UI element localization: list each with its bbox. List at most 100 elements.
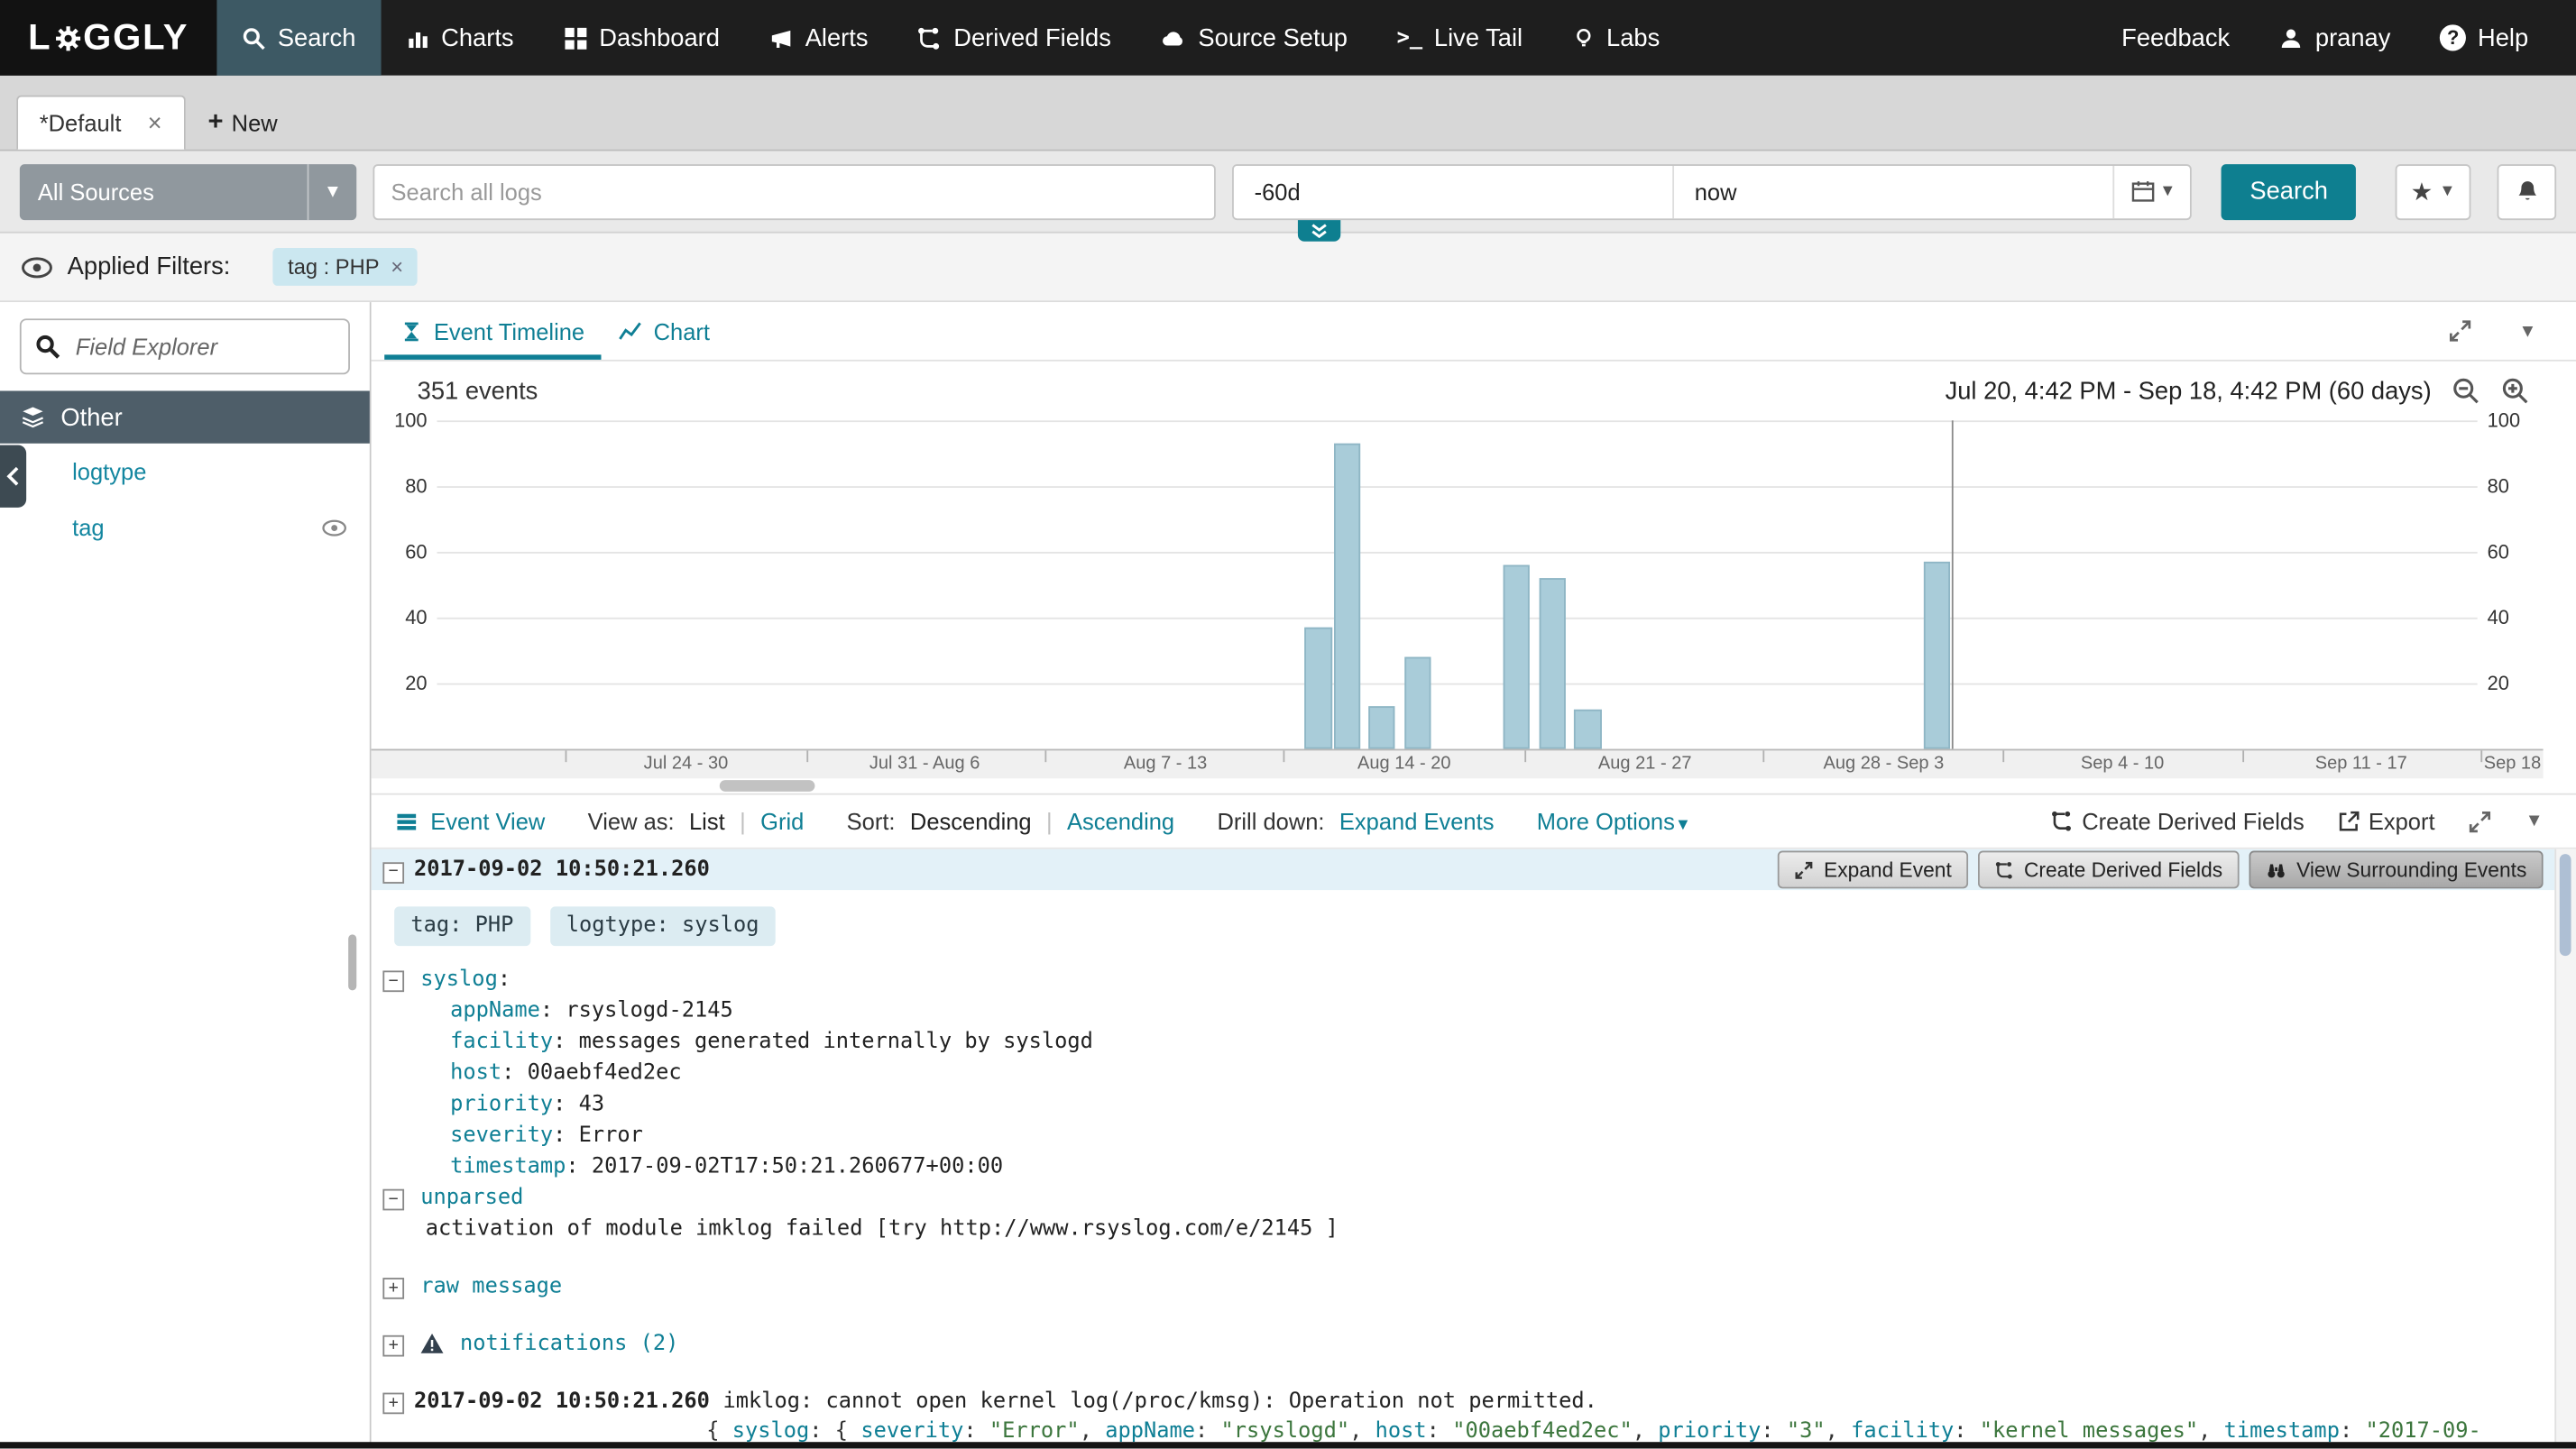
tab-chart[interactable]: Chart bbox=[601, 302, 726, 360]
field-explorer-search[interactable] bbox=[20, 318, 350, 374]
timeline-bar[interactable] bbox=[1575, 710, 1601, 749]
zoom-out-icon[interactable] bbox=[2452, 376, 2481, 406]
timeline-bar[interactable] bbox=[1405, 657, 1431, 749]
expand-search-options-toggle[interactable] bbox=[1298, 220, 1340, 242]
event-logtype-chip[interactable]: logtype: syslog bbox=[549, 906, 775, 946]
chevron-down-icon[interactable]: ▼ bbox=[2518, 321, 2536, 341]
help-menu[interactable]: ? Help bbox=[2415, 0, 2553, 76]
collapse-toggle[interactable]: − bbox=[382, 1189, 404, 1211]
sort-descending[interactable]: Descending bbox=[910, 808, 1032, 834]
nav-item-charts[interactable]: Charts bbox=[381, 0, 538, 76]
expand-toggle[interactable]: + bbox=[382, 1393, 404, 1415]
time-from-input[interactable] bbox=[1235, 165, 1673, 217]
gridline bbox=[437, 420, 2478, 422]
sidebar-field-tag[interactable]: tag bbox=[0, 500, 370, 555]
field-key: severity bbox=[450, 1123, 553, 1148]
y-axis-label: 40 bbox=[378, 606, 428, 629]
bell-icon bbox=[2515, 179, 2539, 204]
axis-tick bbox=[2243, 750, 2245, 762]
all-sources-dropdown[interactable]: All Sources ▼ bbox=[20, 163, 356, 219]
event-message: imklog: cannot open kernel log(/proc/kms… bbox=[722, 1388, 1596, 1417]
loggly-logo[interactable]: L GGLY bbox=[0, 0, 216, 76]
axis-tick bbox=[1045, 750, 1047, 762]
expand-panel-icon[interactable] bbox=[2448, 318, 2472, 343]
y-axis-label: 100 bbox=[2488, 409, 2537, 433]
y-axis-label: 60 bbox=[378, 540, 428, 564]
timeline-bar[interactable] bbox=[1334, 444, 1360, 749]
sidebar-collapse-chevron[interactable] bbox=[0, 445, 26, 508]
json-token: "rsyslogd" bbox=[1221, 1419, 1350, 1444]
event-tag-chip[interactable]: tag: PHP bbox=[394, 906, 529, 946]
export-action[interactable]: Export bbox=[2337, 808, 2434, 834]
json-token: host bbox=[1375, 1419, 1427, 1444]
expand-event-button[interactable]: Expand Event bbox=[1778, 851, 1968, 889]
time-to-input[interactable] bbox=[1673, 165, 2113, 217]
event-view-title[interactable]: Event View bbox=[394, 808, 545, 834]
nav-item-live-tail[interactable]: >_ Live Tail bbox=[1372, 0, 1547, 76]
field-value: 43 bbox=[579, 1092, 605, 1116]
timeline-hscrollbar bbox=[372, 778, 2544, 793]
event-list-scrollbar[interactable] bbox=[2554, 849, 2576, 1447]
remove-filter-icon[interactable]: × bbox=[391, 254, 403, 279]
filter-chip-tag-php[interactable]: tag : PHP × bbox=[273, 248, 419, 286]
user-menu[interactable]: pranay bbox=[2254, 0, 2415, 76]
tab-default[interactable]: *Default × bbox=[16, 96, 185, 150]
expand-panel-icon[interactable] bbox=[2468, 809, 2492, 833]
sidebar-field-logtype[interactable]: logtype bbox=[0, 444, 370, 500]
timeline-hscroll-thumb[interactable] bbox=[720, 780, 815, 792]
syslog-node: − syslog: bbox=[372, 966, 2557, 995]
scrollbar-thumb[interactable] bbox=[2560, 854, 2571, 956]
zoom-in-icon[interactable] bbox=[2500, 376, 2530, 406]
nav-item-alerts[interactable]: Alerts bbox=[744, 0, 893, 76]
timeline-bar[interactable] bbox=[1368, 706, 1394, 748]
axis-tick bbox=[1524, 750, 1526, 762]
timeline-plot: 2020404060608080100100 bbox=[437, 420, 2478, 748]
time-range-group: ▼ bbox=[1233, 163, 2193, 219]
chevron-down-icon[interactable]: ▼ bbox=[2525, 812, 2544, 831]
nav-item-derived-fields[interactable]: Derived Fields bbox=[893, 0, 1136, 76]
timeline-bar[interactable] bbox=[1503, 565, 1529, 749]
alerts-bell-button[interactable] bbox=[2498, 163, 2557, 219]
nav-item-dashboard[interactable]: Dashboard bbox=[538, 0, 744, 76]
event-collapsed[interactable]: + 2017-09-02 10:50:21.260 imklog: cannot… bbox=[372, 1380, 2557, 1447]
event-view-toolbar: Event View View as: List | Grid Sort: De… bbox=[372, 793, 2576, 848]
axis-band-label: Jul 24 - 30 bbox=[644, 754, 729, 774]
search-input[interactable] bbox=[373, 163, 1216, 219]
node-label: syslog bbox=[420, 968, 498, 992]
eye-icon[interactable] bbox=[322, 518, 346, 536]
tab-event-timeline[interactable]: Event Timeline bbox=[384, 302, 601, 360]
view-as-grid[interactable]: Grid bbox=[760, 808, 804, 834]
expand-toggle[interactable]: + bbox=[382, 1278, 404, 1299]
field-group-other[interactable]: Other bbox=[0, 391, 370, 444]
calendar-picker-button[interactable]: ▼ bbox=[2113, 165, 2191, 217]
expand-events-link[interactable]: Expand Events bbox=[1339, 808, 1495, 834]
nav-item-labs[interactable]: Labs bbox=[1547, 0, 1684, 76]
timeline-bar[interactable] bbox=[1924, 562, 1950, 749]
timeline-axis: Jul 24 - 30Jul 31 - Aug 6Aug 7 - 13Aug 1… bbox=[372, 749, 2544, 779]
create-derived-fields-action[interactable]: Create Derived Fields bbox=[2051, 808, 2305, 834]
nav-item-source-setup[interactable]: Source Setup bbox=[1136, 0, 1372, 76]
collapse-toggle[interactable]: − bbox=[382, 861, 404, 883]
branch-icon bbox=[917, 25, 942, 50]
saved-searches-button[interactable]: ★ ▼ bbox=[2396, 163, 2471, 219]
json-token: priority bbox=[1658, 1419, 1761, 1444]
more-options-dropdown[interactable]: More Options▼ bbox=[1537, 808, 1691, 834]
expand-toggle[interactable]: + bbox=[382, 1335, 404, 1357]
field-explorer-input[interactable] bbox=[72, 332, 326, 362]
create-derived-fields-button[interactable]: Create Derived Fields bbox=[1978, 851, 2239, 889]
timeline-bar[interactable] bbox=[1305, 628, 1331, 749]
event-header-row[interactable]: − 2017-09-02 10:50:21.260 Expand Event C… bbox=[372, 849, 2557, 891]
search-icon bbox=[34, 334, 60, 360]
timeline-bar[interactable] bbox=[1540, 578, 1566, 748]
plus-icon: + bbox=[208, 107, 224, 137]
sidebar-resize-handle[interactable] bbox=[348, 934, 356, 990]
collapse-toggle[interactable]: − bbox=[382, 970, 404, 992]
search-button[interactable]: Search bbox=[2222, 163, 2356, 219]
nav-item-search[interactable]: Search bbox=[216, 0, 380, 76]
sort-ascending[interactable]: Ascending bbox=[1067, 808, 1174, 834]
feedback-link[interactable]: Feedback bbox=[2097, 0, 2255, 76]
close-icon[interactable]: × bbox=[148, 109, 162, 137]
view-as-list[interactable]: List bbox=[689, 808, 725, 834]
new-tab-button[interactable]: + New bbox=[185, 96, 300, 150]
view-surrounding-events-button[interactable]: View Surrounding Events bbox=[2249, 851, 2543, 889]
